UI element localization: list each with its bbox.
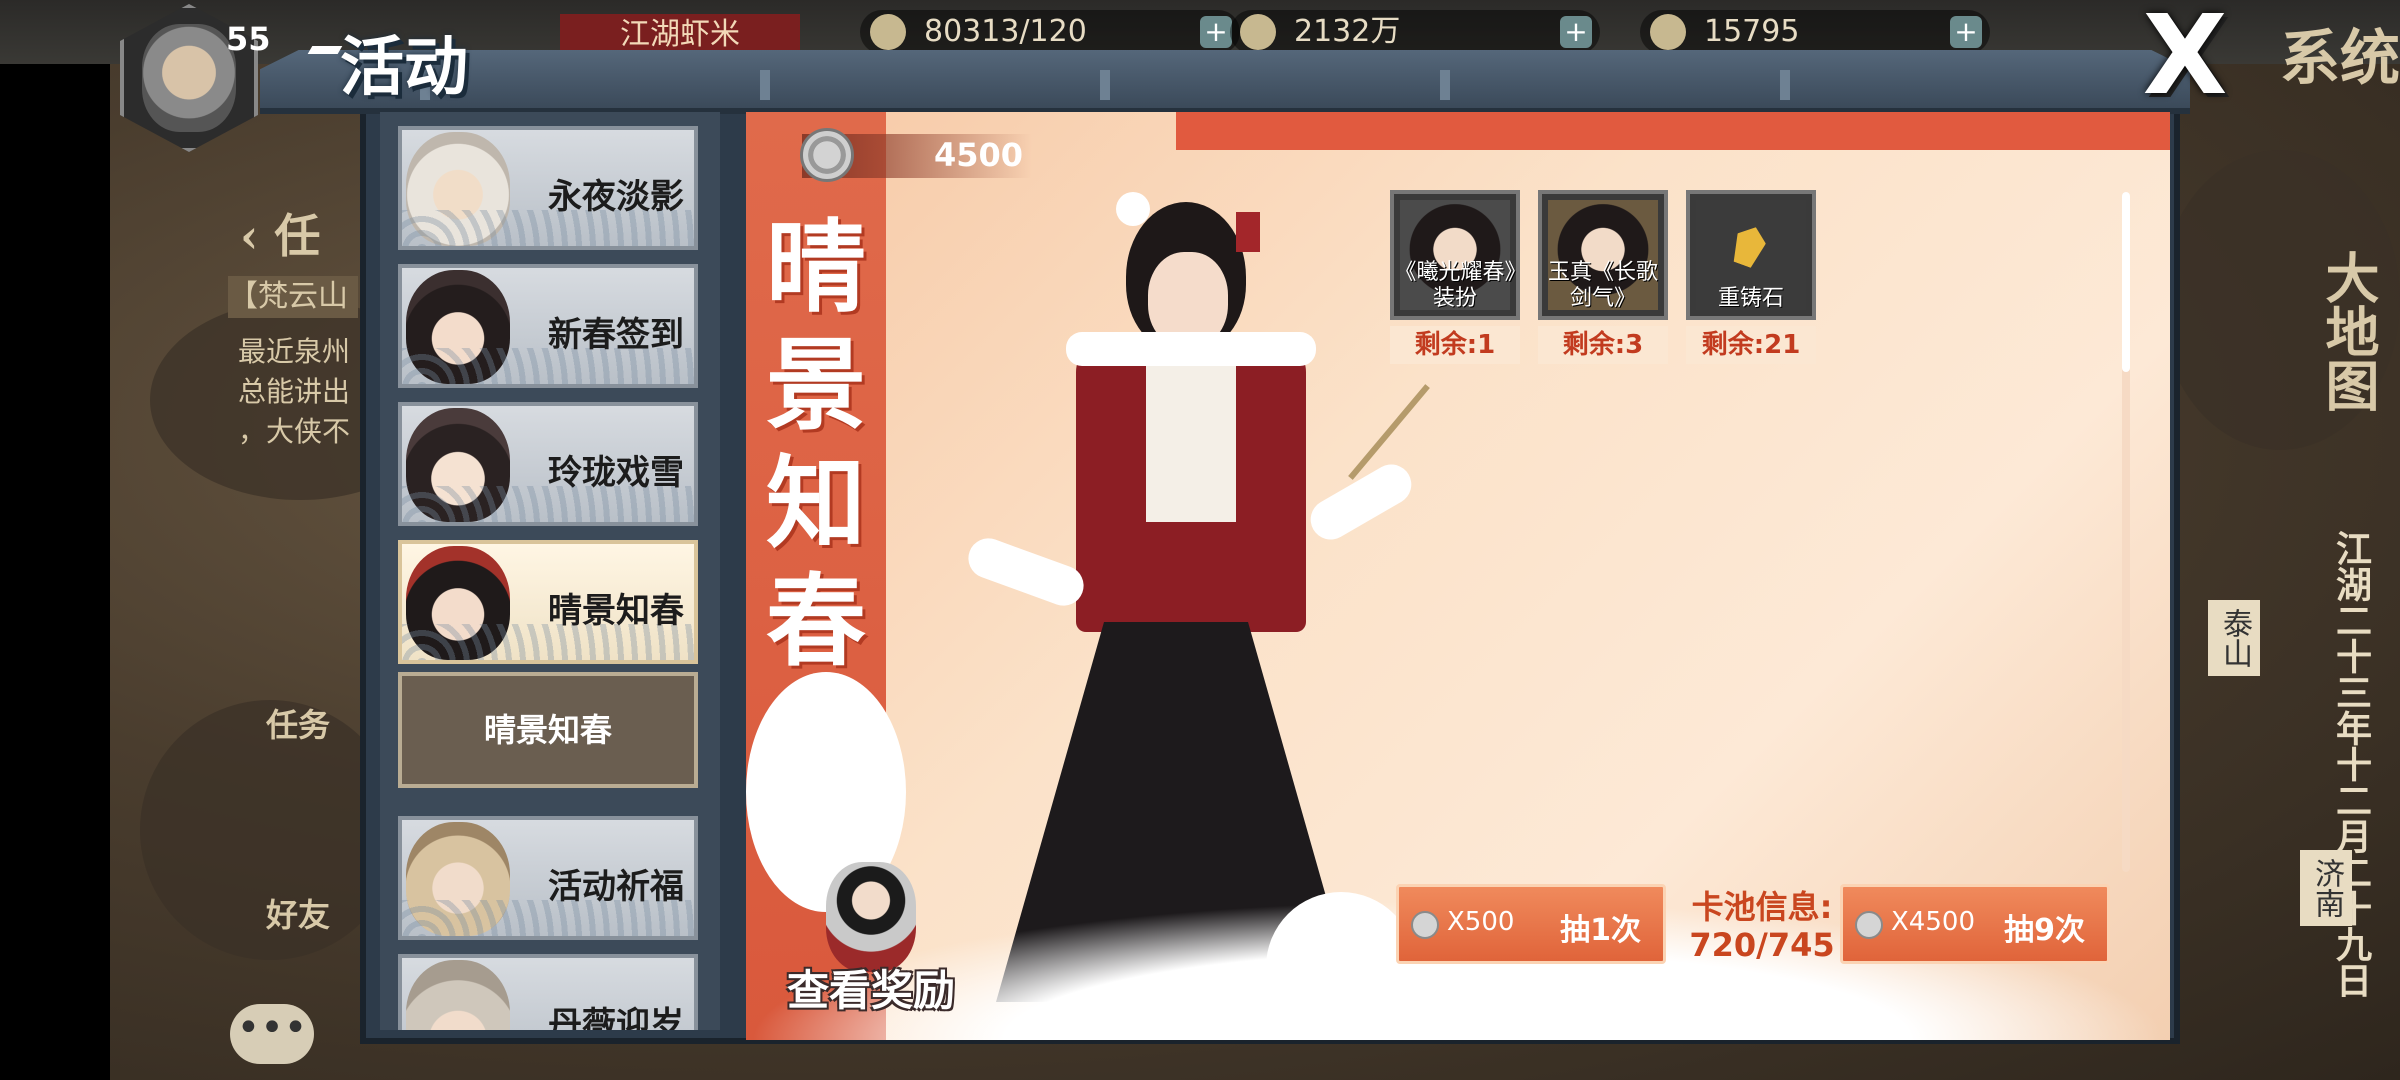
character-blouse bbox=[1146, 362, 1236, 522]
pool-info-label: 卡池信息: bbox=[1691, 888, 1833, 926]
hair-ribbon bbox=[1236, 212, 1260, 252]
activity-item-danwei[interactable]: 丹薇迎岁 bbox=[398, 954, 698, 1030]
activity-item-label: 晴景知春 bbox=[548, 591, 684, 631]
activity-item-label: 永夜淡影 bbox=[548, 177, 684, 217]
system-menu-label[interactable]: 系统 bbox=[2280, 10, 2400, 97]
energy-value: 80313/120 bbox=[924, 14, 1087, 49]
fur-cuff bbox=[1303, 457, 1419, 547]
copper-coin-icon bbox=[1855, 911, 1883, 939]
activity-item-qifu[interactable]: 活动祈福 bbox=[398, 816, 698, 940]
world-map-button[interactable]: 大地图 bbox=[2316, 250, 2380, 412]
ingot-icon bbox=[1650, 14, 1686, 50]
fur-collar bbox=[1066, 332, 1316, 366]
currency-amount: 4500 bbox=[934, 136, 1024, 174]
hair-pompom bbox=[1116, 192, 1150, 226]
task-panel-header[interactable]: ‹ 任 bbox=[240, 200, 320, 266]
view-rewards-label: 查看奖励 bbox=[786, 966, 955, 1015]
pool-info-value: 720/745 bbox=[1689, 926, 1835, 964]
reward-card-costume[interactable]: 《曦光耀春》装扮 bbox=[1390, 190, 1520, 320]
avatar-portrait bbox=[142, 24, 236, 132]
reward-name: 重铸石 bbox=[1717, 286, 1784, 311]
roof-ornament bbox=[1100, 70, 1110, 100]
reward-remaining: 剩余:1 bbox=[1390, 326, 1520, 364]
activity-list[interactable]: 永夜淡影 新春签到 玲珑戏雪 晴景知春 晴景知春 活动祈福 丹薇迎岁 bbox=[380, 112, 720, 1030]
add-energy-button[interactable]: + bbox=[1200, 16, 1232, 48]
fur-cuff bbox=[962, 532, 1090, 612]
draw-once-button[interactable]: X500 抽1次 bbox=[1396, 884, 1666, 964]
reward-scroll-thumb[interactable] bbox=[2122, 192, 2130, 372]
view-rewards-button[interactable]: 查看奖励 bbox=[756, 832, 986, 1032]
reward-remaining: 剩余:3 bbox=[1538, 326, 1668, 364]
friend-button[interactable]: 好友 bbox=[266, 890, 356, 936]
map-location-jinan[interactable]: 济南 bbox=[2300, 850, 2352, 926]
player-level: 55 bbox=[226, 20, 271, 58]
copper-coin-icon bbox=[800, 128, 854, 182]
activity-item-linglong[interactable]: 玲珑戏雪 bbox=[398, 402, 698, 526]
roof-ornament bbox=[1440, 70, 1450, 100]
add-ingot-button[interactable]: + bbox=[1950, 16, 1982, 48]
reward-card-recast-stone[interactable]: 重铸石 bbox=[1686, 190, 1816, 320]
reward-name: 《曦光耀春》装扮 bbox=[1394, 260, 1516, 311]
popup-roof-header bbox=[260, 50, 2190, 114]
map-location-taishan[interactable]: 泰山 bbox=[2208, 600, 2260, 676]
title-decoration bbox=[307, 46, 343, 54]
activity-item-label: 新春签到 bbox=[548, 315, 684, 355]
draw-nine-button[interactable]: X4500 抽9次 bbox=[1840, 884, 2110, 964]
silver-resource[interactable]: 2132万 + bbox=[1230, 10, 1600, 54]
roof-ornament bbox=[1780, 70, 1790, 100]
game-date: 江湖二十三年十二月二十九日 bbox=[2330, 530, 2372, 998]
sub-tab-qingjing[interactable]: 晴景知春 bbox=[398, 672, 698, 788]
activity-item-qingjing[interactable]: 晴景知春 bbox=[398, 540, 698, 664]
banner-title: 晴景知春 bbox=[766, 208, 866, 680]
silver-coin-icon bbox=[1240, 14, 1276, 50]
banner-top-strip bbox=[1176, 112, 2170, 150]
silver-value: 2132万 bbox=[1294, 14, 1401, 49]
ingot-value: 15795 bbox=[1704, 14, 1800, 49]
draw-cost: X4500 bbox=[1891, 907, 1975, 937]
ingot-resource[interactable]: 15795 + bbox=[1640, 10, 1990, 54]
chat-button[interactable]: ••• bbox=[230, 1004, 314, 1064]
activity-banner: 4500 晴景知春 ? 《曦光耀春》装扮 剩余:1 玉真《长歌剑气》 剩余:3 … bbox=[746, 112, 2170, 1040]
reward-name: 玉真《长歌剑气》 bbox=[1547, 260, 1658, 311]
draw-cost: X500 bbox=[1447, 907, 1515, 937]
add-silver-button[interactable]: + bbox=[1560, 16, 1592, 48]
rank-tag: 江湖虾米 bbox=[560, 14, 800, 56]
roof-ornament bbox=[760, 70, 770, 100]
popup-title: 活动 bbox=[340, 30, 468, 105]
reward-card-sword-qi[interactable]: 玉真《长歌剑气》 bbox=[1538, 190, 1668, 320]
activity-item-yongye[interactable]: 永夜淡影 bbox=[398, 126, 698, 250]
task-button[interactable]: 任务 bbox=[266, 700, 356, 746]
activity-item-xinchun[interactable]: 新春签到 bbox=[398, 264, 698, 388]
quest-title: 【梵云山 bbox=[228, 276, 358, 318]
quest-description: 最近泉州 总能讲出 ，大侠不 bbox=[238, 335, 351, 448]
activity-item-label: 丹薇迎岁 bbox=[548, 1005, 684, 1030]
draw-label: 抽9次 bbox=[2004, 913, 2085, 948]
activity-item-label: 玲珑戏雪 bbox=[548, 453, 684, 493]
close-button[interactable]: X bbox=[2120, 0, 2250, 110]
activity-item-label: 活动祈福 bbox=[548, 867, 684, 907]
energy-icon bbox=[870, 14, 906, 50]
copper-coin-icon bbox=[1411, 911, 1439, 939]
character-portrait bbox=[406, 960, 510, 1030]
reward-character-icon bbox=[826, 862, 916, 972]
reward-remaining: 剩余:21 bbox=[1686, 326, 1816, 364]
draw-label: 抽1次 bbox=[1560, 913, 1641, 948]
energy-resource[interactable]: 80313/120 + bbox=[860, 10, 1240, 54]
